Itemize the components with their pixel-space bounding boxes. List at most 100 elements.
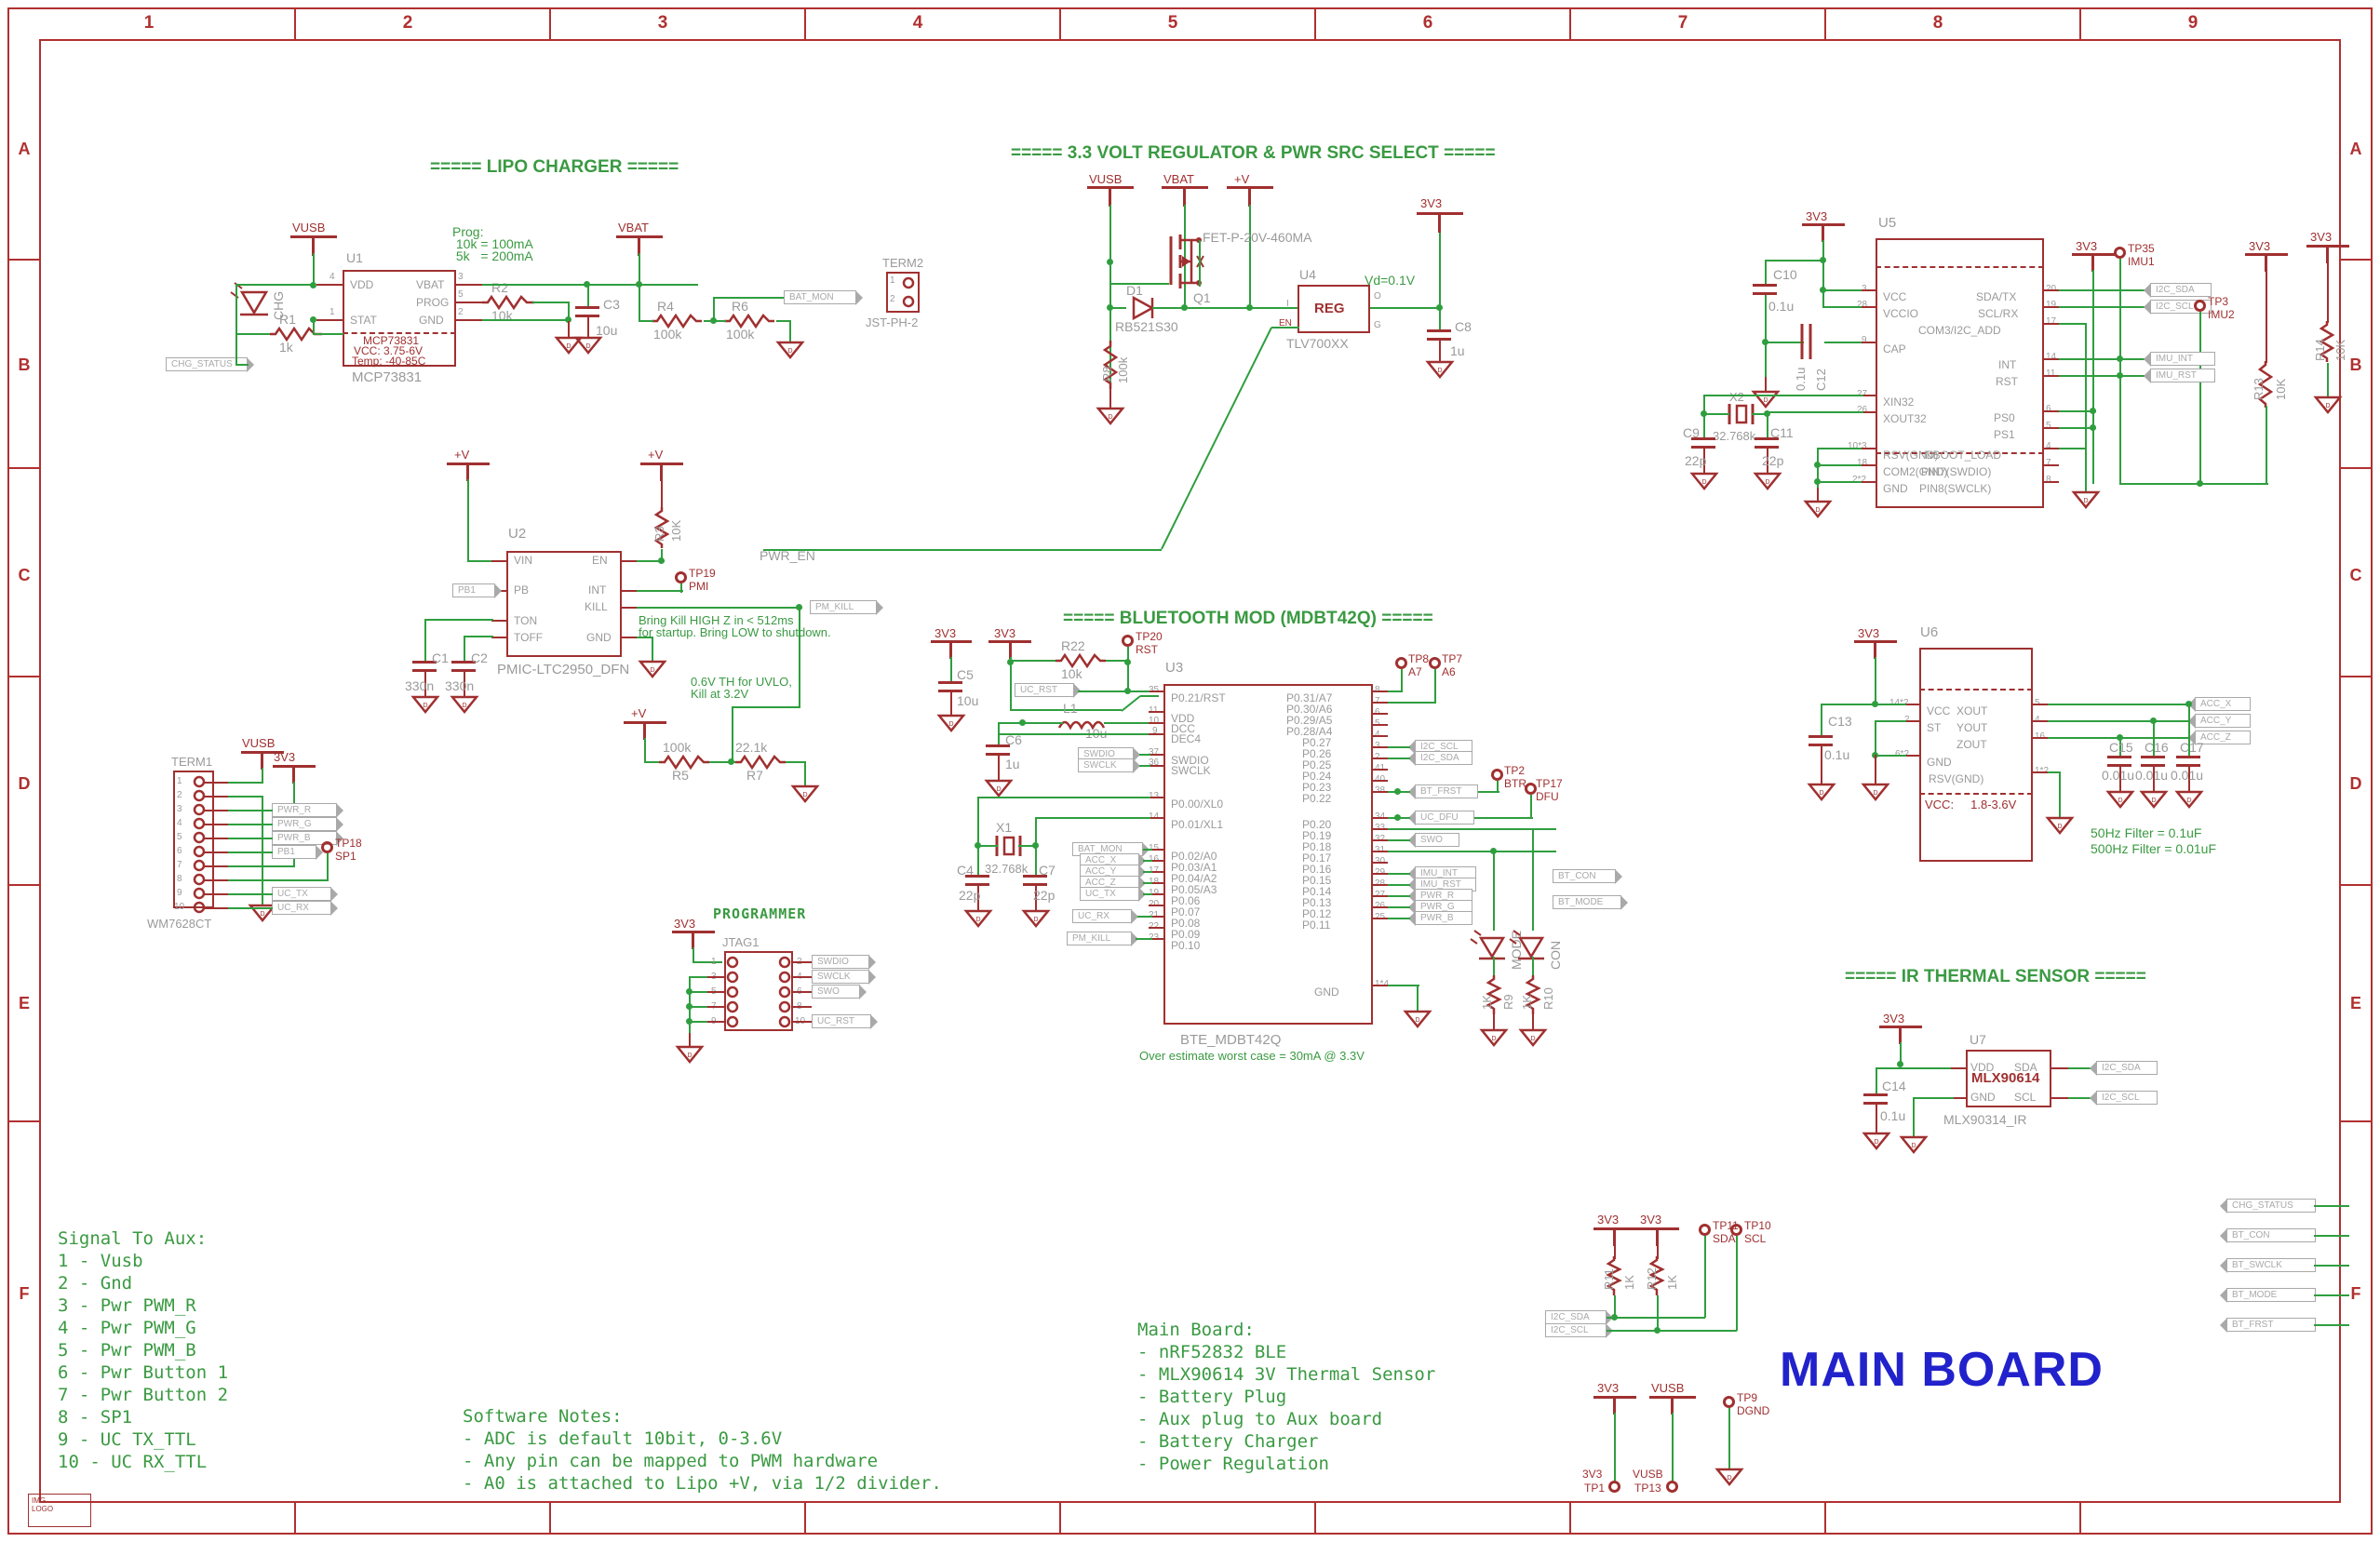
- diode-d1-ref: D1: [1126, 283, 1143, 298]
- main-board-notes-6: - Power Regulation: [1137, 1454, 1329, 1474]
- svg-text:D: D: [462, 703, 466, 709]
- power-flag-3v3-stem-r22: [1009, 640, 1012, 659]
- connector-term1-pin-2: 2: [177, 790, 182, 800]
- signal-to-aux-3: 3 - Pwr PWM_R: [58, 1295, 196, 1316]
- test-point-tp2[interactable]: [1491, 769, 1503, 781]
- cap-c15-val: 0.01u: [2102, 768, 2135, 783]
- test-point-tp19[interactable]: [675, 571, 687, 583]
- ic-u1-pin-gnd: GND: [419, 314, 444, 327]
- test-point-tp11[interactable]: [1699, 1224, 1711, 1236]
- acc-filter-note-1: 500Hz Filter = 0.01uF: [2091, 841, 2217, 856]
- ic-u3-pin-swclk: SWCLK: [1171, 764, 1211, 777]
- frame-row-label: A: [18, 140, 31, 158]
- net-label-bt-frst: BT_FRST: [1408, 784, 1478, 799]
- connector-term1-pin-10: 10: [174, 902, 185, 912]
- schematic-sheet: 1 2 3 4 5 6 7 8 9 A B C D E F A B C D E …: [0, 0, 2380, 1542]
- ic-u5-pinnum-8: 8: [2046, 475, 2051, 485]
- ic-u2-pin-toff: TOFF: [514, 631, 544, 644]
- ic-u1-pinnum-1: 1: [329, 307, 335, 317]
- test-point-tp1[interactable]: [1608, 1481, 1620, 1493]
- svg-text:D: D: [1701, 479, 1706, 486]
- crystal-x2-val: 32.768k: [1713, 429, 1756, 443]
- main-board-notes-5: - Battery Charger: [1137, 1431, 1319, 1452]
- test-point-tp18-name: SP1: [335, 850, 356, 863]
- ic-u6-spec: VCC: 1.8-3.6V: [1925, 798, 2017, 811]
- ic-u5-ref: U5: [1878, 215, 1897, 231]
- ic-u3-pin-p010: P0.10: [1171, 939, 1201, 952]
- section-title-regulator: ===== 3.3 VOLT REGULATOR & PWR SRC SELEC…: [1011, 143, 1496, 163]
- power-flag-3v3-label-r14: 3V3: [2310, 230, 2333, 244]
- net-label-swo-jtag: SWO: [812, 985, 867, 999]
- resistor-r5-val: 100k: [663, 740, 692, 755]
- test-point-tp9[interactable]: [1723, 1396, 1735, 1408]
- cap-c17-ref: C17: [2180, 740, 2204, 755]
- prog-note-2: 5k = 200mA: [452, 248, 533, 263]
- power-flag-3v3-stem-u7: [1899, 1026, 1902, 1044]
- gnd-symbol: D: [775, 341, 805, 359]
- gnd-symbol: D: [1807, 783, 1836, 801]
- test-point-tp10[interactable]: [1730, 1224, 1742, 1236]
- ic-u5-pin-vcc: VCC: [1883, 290, 1907, 303]
- net-label-swdio-jtag: SWDIO: [812, 955, 876, 970]
- ic-u2-pin-gnd: GND: [586, 631, 612, 644]
- power-flag-3v3-bar-u3b: [988, 640, 990, 643]
- ic-u5-pinnum-4: 4: [2046, 441, 2051, 451]
- resistor-r14-val: 10K: [2333, 339, 2347, 361]
- svg-text:D: D: [2151, 798, 2156, 804]
- test-point-tp3-name: IMU2: [2208, 308, 2235, 321]
- cap-c14-ref: C14: [1882, 1079, 1906, 1093]
- gnd-symbol: D: [1403, 1010, 1432, 1028]
- test-point-tp10-ref: TP10: [1744, 1219, 1771, 1232]
- power-flag-3v3-stem-u5r: [2091, 253, 2094, 272]
- connector-term1-footprint: WM7628CT: [147, 917, 212, 931]
- power-flag-3v3-stem-tp1: [1613, 1396, 1616, 1415]
- net-label-acc-x-u6: ACC_X: [2188, 697, 2251, 712]
- ic-u5-pinnum-19: 19: [2046, 300, 2057, 310]
- net-label-uc-rx-u3: UC_RX: [1072, 909, 1138, 924]
- net-label-i2c-sda-u5: I2C_SDA: [2144, 283, 2212, 298]
- net-label-imu-rst-u5: IMU_RST: [2144, 369, 2215, 383]
- test-point-tp35[interactable]: [2114, 247, 2126, 259]
- logo-placeholder: IMG LOGO: [28, 1494, 91, 1527]
- svg-text:D: D: [585, 343, 590, 350]
- ic-u7-footprint: MLX90314_IR: [1943, 1112, 2027, 1127]
- test-point-tp8[interactable]: [1395, 657, 1407, 669]
- ic-u5-pin-vccio: VCCIO: [1883, 307, 1919, 320]
- led-con-label: CON: [1548, 940, 1563, 970]
- svg-text:D: D: [1765, 479, 1769, 486]
- test-point-tp8-name: A7: [1408, 665, 1422, 678]
- test-point-tp18[interactable]: [321, 841, 333, 853]
- test-point-tp13[interactable]: [1666, 1481, 1678, 1493]
- gnd-symbol: D: [2139, 790, 2169, 809]
- ic-u3-ref: U3: [1165, 660, 1184, 676]
- signal-to-aux-8: 8 - SP1: [58, 1407, 133, 1428]
- signal-to-aux-7: 7 - Pwr Button 2: [58, 1385, 229, 1405]
- software-notes-2: - Any pin can be mapped to PWM hardware: [463, 1451, 879, 1471]
- resistor-r7-val: 22.1k: [735, 740, 768, 755]
- cap-c7-val: 22p: [1033, 888, 1056, 903]
- cap-c12-val: 0.1u: [1794, 367, 1808, 391]
- svg-text:D: D: [650, 667, 654, 674]
- net-label-i2c-scl-u7: I2C_SCL: [2090, 1091, 2158, 1106]
- svg-text:D: D: [1491, 1036, 1496, 1042]
- resistor-r7-ref: R7: [746, 768, 763, 783]
- cap-c13-val: 0.1u: [1824, 747, 1850, 762]
- power-flag-3v3-label-r22: 3V3: [994, 626, 1016, 640]
- test-point-tp7[interactable]: [1429, 657, 1441, 669]
- power-flag-vusb-label-term1: VUSB: [242, 736, 276, 750]
- frame-row-label: D: [2349, 774, 2362, 793]
- power-flag-3v3-label-r12: 3V3: [1640, 1213, 1662, 1227]
- resistor-r12-ref: R12: [1645, 1267, 1659, 1290]
- resistor-r11-val: 1K: [1622, 1275, 1636, 1290]
- ic-u5-divider-top: [1876, 266, 2044, 268]
- cap-c16-ref: C16: [2145, 740, 2169, 755]
- connector-term1-pin-8: 8: [177, 874, 182, 884]
- ic-u5-pin-cap: CAP: [1883, 342, 1906, 355]
- resistor-r6-ref: R6: [732, 299, 748, 314]
- test-point-tp20[interactable]: [1122, 635, 1134, 647]
- test-point-tp3[interactable]: [2194, 300, 2206, 312]
- net-label-pb1-term1: PB1: [272, 845, 323, 860]
- svg-text:D: D: [2118, 798, 2122, 804]
- svg-text:D: D: [1763, 397, 1768, 404]
- gnd-symbol: D: [450, 695, 479, 714]
